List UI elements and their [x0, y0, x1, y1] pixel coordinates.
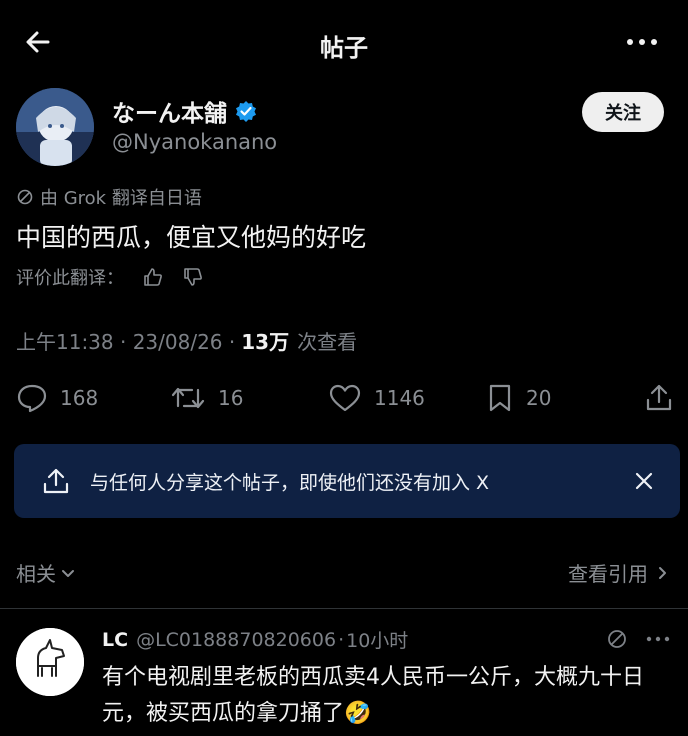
reply-avatar[interactable] — [16, 628, 84, 696]
author-handle[interactable]: @Nyanokanano — [112, 130, 277, 154]
chevron-right-icon — [659, 566, 666, 579]
top-bar: 帖子 — [0, 0, 688, 88]
related-row: 相关 查看引用 — [16, 556, 672, 588]
reply-author-name[interactable]: LC — [102, 629, 128, 651]
share-button[interactable] — [644, 378, 686, 418]
reply-time: 10小时 — [346, 630, 409, 652]
view-quotes-link[interactable]: 查看引用 — [568, 558, 672, 587]
retweet-button[interactable]: 16 — [170, 378, 243, 418]
retweet-count: 16 — [218, 386, 244, 410]
share-icon — [43, 468, 69, 494]
rate-translation-row: 评价此翻译： — [16, 264, 204, 290]
reply-separator: · — [338, 628, 345, 651]
reply-header: LC @LC0188870820606 · 10小时 — [102, 626, 408, 653]
tweet-meta: 上午11:38 · 23/08/26 · 13万 次查看 — [16, 326, 357, 355]
divider — [0, 608, 688, 609]
reply-icon — [17, 384, 47, 413]
translate-icon — [17, 189, 33, 205]
close-icon[interactable] — [630, 467, 658, 495]
more-options-icon[interactable] — [626, 32, 658, 52]
retweet-icon — [171, 387, 205, 409]
bookmark-icon — [489, 384, 511, 412]
reply-tweet[interactable]: LC @LC0188870820606 · 10小时 有个电视剧里老板的西瓜卖4… — [0, 616, 688, 736]
share-banner[interactable]: 与任何人分享这个帖子，即使他们还没有加入 X — [14, 444, 680, 518]
like-button[interactable]: 1146 — [328, 378, 425, 418]
rate-translation-label: 评价此翻译： — [16, 268, 124, 289]
view-quotes-label: 查看引用 — [568, 562, 648, 586]
reply-author-handle[interactable]: @LC0188870820606 — [136, 629, 336, 651]
tweet-text: 中国的西瓜，便宜又他妈的好吃 — [16, 223, 367, 252]
thumbs-up-icon[interactable] — [142, 266, 164, 288]
translated-by-text: 由 Grok 翻译自日语 — [40, 188, 202, 209]
chevron-down-icon — [62, 569, 74, 577]
reply-header-icons — [606, 628, 670, 650]
share-banner-text: 与任何人分享这个帖子，即使他们还没有加入 X — [90, 472, 490, 494]
thumbs-down-icon[interactable] — [182, 266, 204, 288]
tweet-actions: 168 16 1146 20 — [0, 378, 688, 418]
related-dropdown[interactable]: 相关 — [16, 558, 78, 587]
author-avatar[interactable] — [16, 88, 94, 166]
follow-button[interactable]: 关注 — [582, 92, 664, 132]
page-title: 帖子 — [320, 34, 368, 62]
bookmark-count: 20 — [526, 386, 552, 410]
share-icon — [646, 384, 672, 411]
reply-button[interactable]: 168 — [16, 378, 98, 418]
translation-source: 由 Grok 翻译自日语 — [16, 184, 202, 210]
views-label: 次查看 — [297, 330, 358, 354]
reply-count: 168 — [60, 386, 99, 410]
like-count: 1146 — [374, 386, 425, 410]
more-options-icon[interactable] — [646, 635, 670, 643]
heart-icon — [329, 384, 361, 412]
views-count: 13万 — [241, 330, 290, 354]
author-display-name[interactable]: なーん本舗 — [112, 94, 227, 128]
related-label: 相关 — [16, 562, 56, 586]
verified-badge-icon — [236, 101, 256, 122]
reply-text: 有个电视剧里老板的西瓜卖4人民币一公斤，大概九十日元，被买西瓜的拿刀捅了🤣 — [102, 665, 644, 726]
author-name-row: なーん本舗 — [112, 94, 257, 128]
tweet-author: なーん本舗 @Nyanokanano 关注 — [16, 88, 672, 178]
bookmark-button[interactable]: 20 — [486, 378, 551, 418]
translate-icon[interactable] — [606, 628, 628, 650]
tweet-timestamp[interactable]: 上午11:38 · 23/08/26 · — [16, 326, 235, 355]
